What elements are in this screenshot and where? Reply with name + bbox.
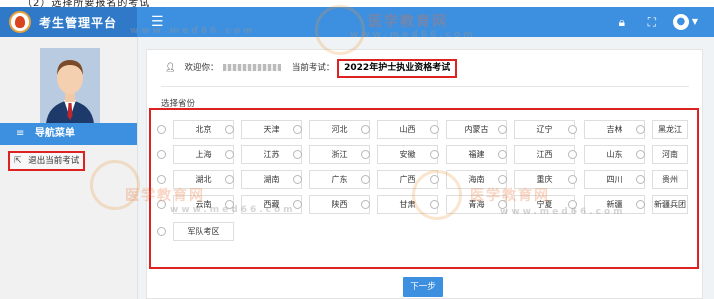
nav-menu-header: ≡ 导航菜单 bbox=[0, 123, 137, 145]
radio-button[interactable] bbox=[293, 175, 302, 184]
radio-button[interactable] bbox=[361, 125, 370, 134]
radio-button[interactable] bbox=[293, 150, 302, 159]
brand-title: 考生管理平台 bbox=[39, 15, 118, 30]
exit-current-exam-label: 退出当前考试 bbox=[28, 156, 80, 166]
radio-button[interactable] bbox=[568, 200, 577, 209]
radio-button[interactable] bbox=[430, 150, 439, 159]
province-option[interactable]: 广西 bbox=[361, 170, 438, 189]
sidebar: ≡ 导航菜单 ⇱ 退出当前考试 bbox=[0, 37, 138, 299]
province-option[interactable]: 辽宁 bbox=[498, 120, 575, 139]
radio-button[interactable] bbox=[225, 175, 234, 184]
province-option-label: 宁夏 bbox=[536, 200, 553, 209]
radio-button[interactable] bbox=[568, 150, 577, 159]
radio-button[interactable] bbox=[361, 175, 370, 184]
province-option[interactable]: 安徽 bbox=[361, 145, 438, 164]
main-content: 👤︎ 欢迎你： 当前考试： 2022年护士执业资格考试 选择省份 北京 天津 河北山… bbox=[138, 37, 714, 299]
province-options-grid: 北京 天津 河北 山西 内蒙古 辽宁 吉林 黑龙江 上海 江苏 浙江 安徽 福建 江西 山东 河南 湖北 湖南 广东… bbox=[149, 108, 699, 269]
list-icon: ≡ bbox=[16, 128, 25, 139]
province-option[interactable]: 贵州 bbox=[636, 170, 688, 189]
radio-button[interactable] bbox=[498, 125, 507, 134]
radio-button[interactable] bbox=[430, 125, 439, 134]
divider bbox=[161, 86, 689, 87]
avatar bbox=[40, 48, 100, 124]
radio-button[interactable] bbox=[568, 125, 577, 134]
logo-icon bbox=[9, 11, 31, 33]
header-icon-group: 🔒︎ ⛶ ● ▼ bbox=[613, 13, 698, 31]
radio-button[interactable] bbox=[498, 175, 507, 184]
top-header: 考生管理平台 ☰ 🔒︎ ⛶ ● ▼ bbox=[0, 7, 714, 37]
radio-button[interactable] bbox=[636, 200, 645, 209]
menu-toggle-icon[interactable]: ☰ bbox=[151, 14, 165, 30]
province-option[interactable]: 河南 bbox=[636, 145, 688, 164]
radio-button[interactable] bbox=[157, 200, 166, 209]
radio-button[interactable] bbox=[157, 150, 166, 159]
external-link-icon: ⇱ bbox=[14, 156, 22, 166]
radio-button[interactable] bbox=[225, 125, 234, 134]
fullscreen-icon[interactable]: ⛶ bbox=[643, 13, 661, 31]
avatar-image bbox=[40, 48, 100, 124]
province-option[interactable]: 宁夏 bbox=[498, 195, 575, 214]
blurred-username bbox=[223, 64, 282, 71]
province-option[interactable]: 山西 bbox=[361, 120, 438, 139]
province-option-label: 军队考区 bbox=[187, 227, 220, 236]
radio-button[interactable] bbox=[636, 125, 645, 134]
province-option[interactable]: 新疆兵团 bbox=[636, 195, 688, 214]
lock-icon[interactable]: 🔒︎ bbox=[613, 13, 631, 31]
current-exam-label: 当前考试： bbox=[291, 63, 335, 73]
welcome-prefix: 欢迎你： bbox=[184, 63, 219, 73]
welcome-line: 👤︎ 欢迎你： 当前考试： 2022年护士执业资格考试 bbox=[165, 58, 458, 78]
radio-button[interactable] bbox=[430, 200, 439, 209]
province-option-label: 贵州 bbox=[662, 175, 678, 184]
radio-button[interactable] bbox=[636, 175, 645, 184]
radio-button[interactable] bbox=[498, 200, 507, 209]
province-option[interactable]: 黑龙江 bbox=[636, 120, 688, 139]
radio-button[interactable] bbox=[293, 200, 302, 209]
radio-button[interactable] bbox=[293, 125, 302, 134]
province-option[interactable]: 军队考区 bbox=[157, 222, 234, 241]
chevron-down-icon[interactable]: ▼ bbox=[692, 13, 698, 31]
province-option-label: 广西 bbox=[399, 175, 416, 184]
radio-button[interactable] bbox=[498, 150, 507, 159]
radio-button[interactable] bbox=[157, 125, 166, 134]
user-icon: 👤︎ bbox=[165, 63, 176, 73]
brand-area: 考生管理平台 bbox=[0, 7, 137, 37]
content-panel: 👤︎ 欢迎你： 当前考试： 2022年护士执业资格考试 选择省份 北京 天津 河北山… bbox=[146, 49, 703, 299]
user-icon[interactable]: ● bbox=[672, 14, 689, 30]
province-option-label: 安徽 bbox=[399, 150, 416, 159]
province-option-label: 重庆 bbox=[536, 175, 553, 184]
province-option-label: 河南 bbox=[662, 150, 678, 159]
top-caption-strip: （2）选择所要报名的考试 bbox=[0, 0, 714, 9]
province-option-label: 新疆兵团 bbox=[654, 200, 686, 209]
radio-button[interactable] bbox=[361, 200, 370, 209]
radio-button[interactable] bbox=[225, 150, 234, 159]
province-option-label: 辽宁 bbox=[536, 125, 553, 134]
current-exam-value: 2022年护士执业资格考试 bbox=[337, 59, 458, 78]
radio-button[interactable] bbox=[430, 175, 439, 184]
province-option-label: 江西 bbox=[536, 150, 553, 159]
province-option[interactable]: 重庆 bbox=[498, 170, 575, 189]
radio-button[interactable] bbox=[361, 150, 370, 159]
province-option-label: 黑龙江 bbox=[658, 125, 682, 134]
nav-menu-title: 导航菜单 bbox=[34, 128, 75, 139]
radio-button[interactable] bbox=[157, 227, 166, 236]
radio-button[interactable] bbox=[636, 150, 645, 159]
province-option[interactable]: 甘肃 bbox=[361, 195, 438, 214]
province-option-label: 山西 bbox=[399, 125, 416, 134]
radio-button[interactable] bbox=[568, 175, 577, 184]
province-option[interactable]: 江西 bbox=[498, 145, 575, 164]
province-option-label: 甘肃 bbox=[399, 200, 416, 209]
next-step-button[interactable]: 下一步 bbox=[403, 277, 443, 297]
exit-current-exam-link[interactable]: ⇱ 退出当前考试 bbox=[8, 151, 85, 171]
radio-button[interactable] bbox=[157, 175, 166, 184]
radio-button[interactable] bbox=[225, 200, 234, 209]
